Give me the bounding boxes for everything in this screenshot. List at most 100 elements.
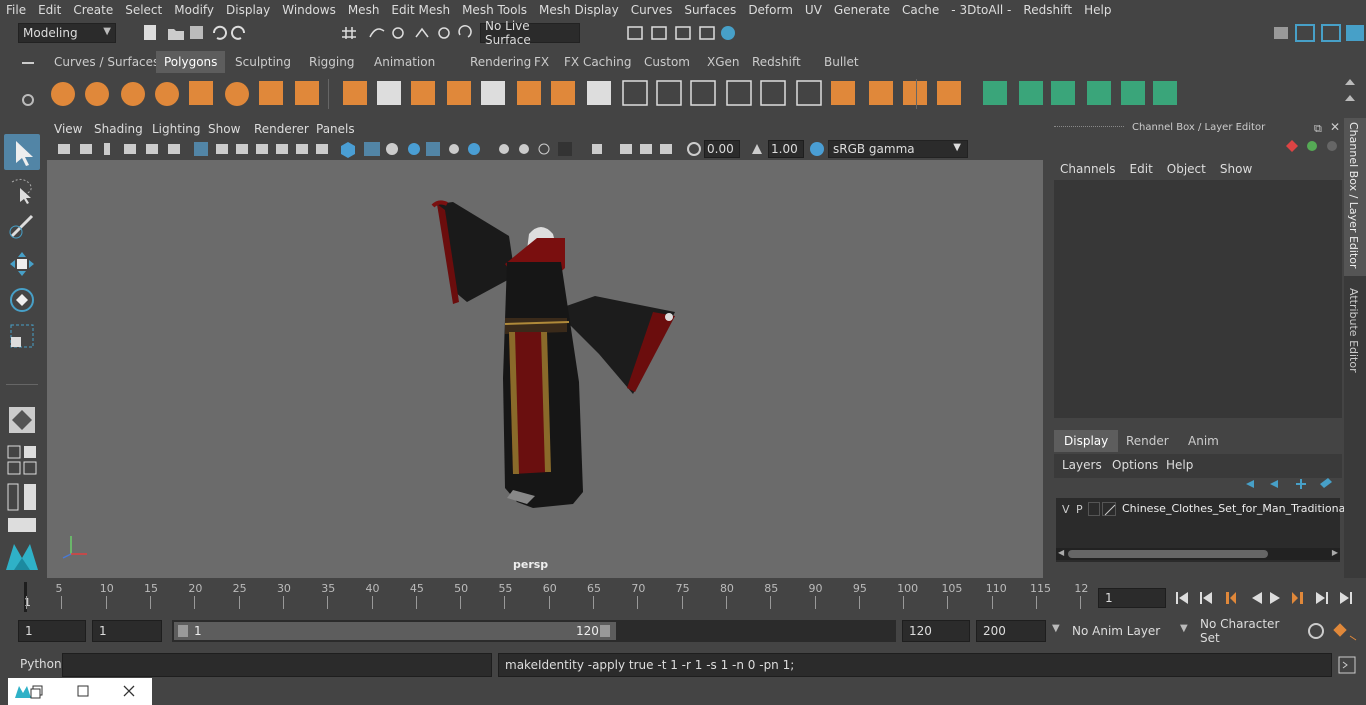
- menu-modify[interactable]: Modify: [168, 3, 220, 17]
- color-space-dropdown[interactable]: sRGB gamma ▼: [828, 140, 968, 158]
- menu-mesh-tools[interactable]: Mesh Tools: [456, 3, 533, 17]
- side-tab-channel-box[interactable]: Channel Box / Layer Editor: [1344, 118, 1366, 276]
- shelf-tab-xgen[interactable]: XGen: [699, 51, 748, 73]
- layer-menu-layers[interactable]: Layers: [1062, 458, 1102, 472]
- shelf-tab-curves-surfaces[interactable]: Curves / Surfaces: [46, 51, 167, 73]
- chevron-down-icon[interactable]: ▼: [1180, 623, 1188, 634]
- menu-mesh[interactable]: Mesh: [342, 3, 386, 17]
- viewport-menu-view[interactable]: View: [54, 122, 82, 136]
- outliner-layout-icon[interactable]: [6, 482, 38, 512]
- layer-menu-help[interactable]: Help: [1166, 458, 1193, 472]
- scroll-right-icon[interactable]: ▶: [1332, 548, 1338, 557]
- shelf-settings-icon[interactable]: [22, 94, 34, 106]
- range-slider[interactable]: 1 120: [172, 620, 896, 642]
- shelf-tab-fx-caching[interactable]: FX Caching: [556, 51, 639, 73]
- menu-3dtoall[interactable]: - 3DtoAll -: [945, 3, 1017, 17]
- menu-file[interactable]: File: [0, 3, 32, 17]
- scrollbar-thumb[interactable]: [1068, 550, 1268, 558]
- maximize-icon[interactable]: [76, 684, 90, 698]
- color-management-icon[interactable]: [808, 140, 826, 158]
- timeline-ruler[interactable]: 1 5 10 15 20 25 30 35 40 45 50 55 60 65 70 75 80 85 90 95 1…: [18, 580, 1092, 614]
- panel-layout-icon[interactable]: [6, 516, 38, 534]
- character-set-dropdown[interactable]: No Character Set: [1196, 617, 1300, 645]
- menu-curves[interactable]: Curves: [625, 3, 679, 17]
- mode-selector[interactable]: Modeling ▼: [18, 23, 116, 43]
- scale-tool-icon[interactable]: [6, 320, 38, 352]
- close-icon[interactable]: ✕: [1330, 120, 1340, 134]
- viewport-menu-panels[interactable]: Panels: [316, 122, 355, 136]
- menu-mesh-display[interactable]: Mesh Display: [533, 3, 625, 17]
- menu-edit-mesh[interactable]: Edit Mesh: [385, 3, 456, 17]
- channel-menu-show[interactable]: Show: [1220, 162, 1252, 176]
- script-language-toggle[interactable]: Python: [20, 657, 62, 671]
- viewport-menu-lighting[interactable]: Lighting: [152, 122, 201, 136]
- shelf-tab-polygons[interactable]: Polygons: [156, 51, 226, 73]
- layout-quick-icon[interactable]: [6, 444, 38, 476]
- viewport-menu-show[interactable]: Show: [208, 122, 240, 136]
- live-surface-field[interactable]: No Live Surface: [480, 19, 580, 47]
- layer-scrollbar[interactable]: ◀ ▶: [1056, 548, 1340, 560]
- move-tool-icon[interactable]: [6, 248, 38, 280]
- layer-name[interactable]: Chinese_Clothes_Set_for_Man_Traditional_…: [1122, 502, 1361, 515]
- menu-create[interactable]: Create: [67, 3, 119, 17]
- perspective-viewport[interactable]: persp: [47, 160, 1043, 578]
- time-slider[interactable]: 1 5 10 15 20 25 30 35 40 45 50 55 60 65 70 75 80 85 90 95 1…: [0, 580, 1366, 616]
- layer-tab-anim[interactable]: Anim: [1178, 430, 1229, 452]
- menu-help[interactable]: Help: [1078, 3, 1117, 17]
- menu-windows[interactable]: Windows: [276, 3, 342, 17]
- anim-start-field[interactable]: 1: [18, 620, 86, 642]
- exposure-icon[interactable]: [686, 141, 702, 157]
- menu-cache[interactable]: Cache: [896, 3, 945, 17]
- current-frame-field[interactable]: 1: [1098, 588, 1166, 608]
- viewport-menu-renderer[interactable]: Renderer: [254, 122, 309, 136]
- layer-menu-options[interactable]: Options: [1112, 458, 1158, 472]
- layer-tab-render[interactable]: Render: [1116, 430, 1179, 452]
- layer-row[interactable]: V P Chinese_Clothes_Set_for_Man_Traditio…: [1056, 500, 1361, 520]
- lasso-tool-icon[interactable]: [6, 174, 38, 206]
- menu-generate[interactable]: Generate: [828, 3, 896, 17]
- shelf-tab-redshift[interactable]: Redshift: [744, 51, 809, 73]
- channel-menu-channels[interactable]: Channels: [1060, 162, 1116, 176]
- menu-select[interactable]: Select: [119, 3, 168, 17]
- viewport-menu-shading[interactable]: Shading: [94, 122, 143, 136]
- shelf-tab-sculpting[interactable]: Sculpting: [227, 51, 299, 73]
- shelf-menu-icon[interactable]: [22, 62, 34, 64]
- side-tab-attribute-editor[interactable]: Attribute Editor: [1344, 280, 1366, 380]
- layer-playback-toggle[interactable]: P: [1076, 503, 1083, 516]
- scroll-left-icon[interactable]: ◀: [1058, 548, 1064, 557]
- layer-visibility-toggle[interactable]: V: [1062, 503, 1070, 516]
- menu-surfaces[interactable]: Surfaces: [678, 3, 742, 17]
- layer-color-swatch[interactable]: [1102, 502, 1116, 516]
- shelf-tab-animation[interactable]: Animation: [366, 51, 443, 73]
- exposure-field[interactable]: 0.00: [704, 140, 740, 158]
- gamma-field[interactable]: 1.00: [768, 140, 804, 158]
- range-slider-handle[interactable]: 1 120: [174, 622, 616, 640]
- range-start-grip[interactable]: [178, 625, 188, 637]
- channel-menu-edit[interactable]: Edit: [1130, 162, 1153, 176]
- script-editor-icon[interactable]: [1338, 656, 1356, 674]
- anim-layer-dropdown[interactable]: No Anim Layer: [1068, 620, 1176, 642]
- shelf-tab-bullet[interactable]: Bullet: [816, 51, 867, 73]
- menu-display[interactable]: Display: [220, 3, 276, 17]
- chevron-down-icon[interactable]: ▼: [1052, 623, 1060, 634]
- restore-icon[interactable]: [30, 685, 44, 699]
- select-tool-button[interactable]: [4, 134, 40, 170]
- playback-end-field[interactable]: 120: [902, 620, 970, 642]
- gamma-icon[interactable]: [749, 141, 765, 157]
- layer-type-toggle[interactable]: [1088, 502, 1100, 516]
- command-input[interactable]: [62, 653, 492, 677]
- shelf-tab-custom[interactable]: Custom: [636, 51, 698, 73]
- float-panel-icon[interactable]: ⧉: [1314, 122, 1322, 136]
- menu-redshift[interactable]: Redshift: [1017, 3, 1078, 17]
- menu-uv[interactable]: UV: [799, 3, 828, 17]
- shelf-tab-fx[interactable]: FX: [526, 51, 557, 73]
- drag-handle[interactable]: [1054, 126, 1124, 129]
- layer-tab-display[interactable]: Display: [1054, 430, 1119, 452]
- shelf-tab-rigging[interactable]: Rigging: [301, 51, 362, 73]
- channel-list[interactable]: [1054, 180, 1342, 418]
- channel-menu-object[interactable]: Object: [1167, 162, 1206, 176]
- range-end-grip[interactable]: [600, 625, 610, 637]
- menu-deform[interactable]: Deform: [742, 3, 799, 17]
- anim-end-field[interactable]: 200: [976, 620, 1046, 642]
- menu-edit[interactable]: Edit: [32, 3, 67, 17]
